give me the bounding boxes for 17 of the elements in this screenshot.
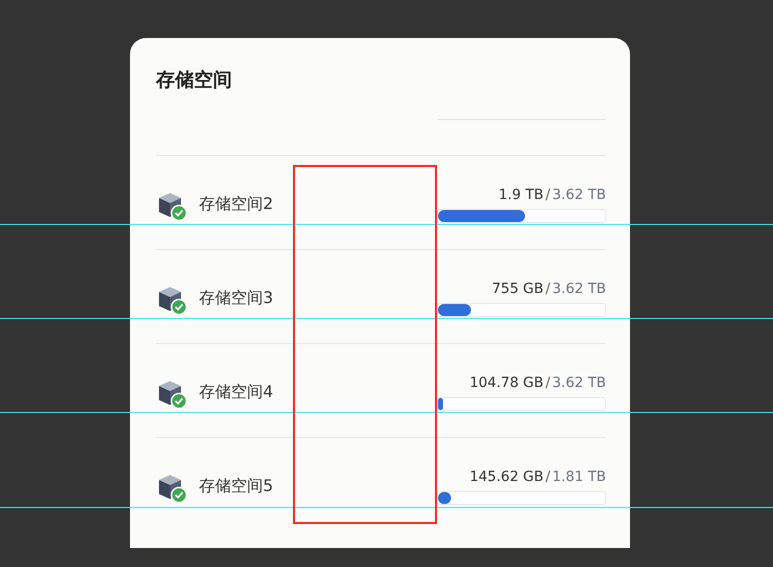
slash: / [546, 469, 550, 485]
used-size: 755 GB [492, 281, 544, 297]
used-size: 1.9 TB [498, 187, 544, 203]
volume-name: 存储空间2 [199, 194, 274, 215]
used-size: 104.78 GB [470, 375, 544, 391]
volume-name: 存储空间4 [199, 382, 274, 403]
total-size: 3.62 TB [552, 187, 606, 203]
total-size: 1.81 TB [552, 469, 606, 485]
total-size: 3.62 TB [552, 375, 606, 391]
slash: / [546, 281, 550, 297]
panel-title: 存储空间 [156, 68, 233, 92]
slash: / [546, 187, 550, 203]
volume-name: 存储空间3 [199, 288, 274, 309]
used-size: 145.62 GB [470, 469, 544, 485]
slash: / [546, 375, 550, 391]
volume-name: 存储空间5 [199, 476, 274, 497]
total-size: 3.62 TB [552, 281, 606, 297]
